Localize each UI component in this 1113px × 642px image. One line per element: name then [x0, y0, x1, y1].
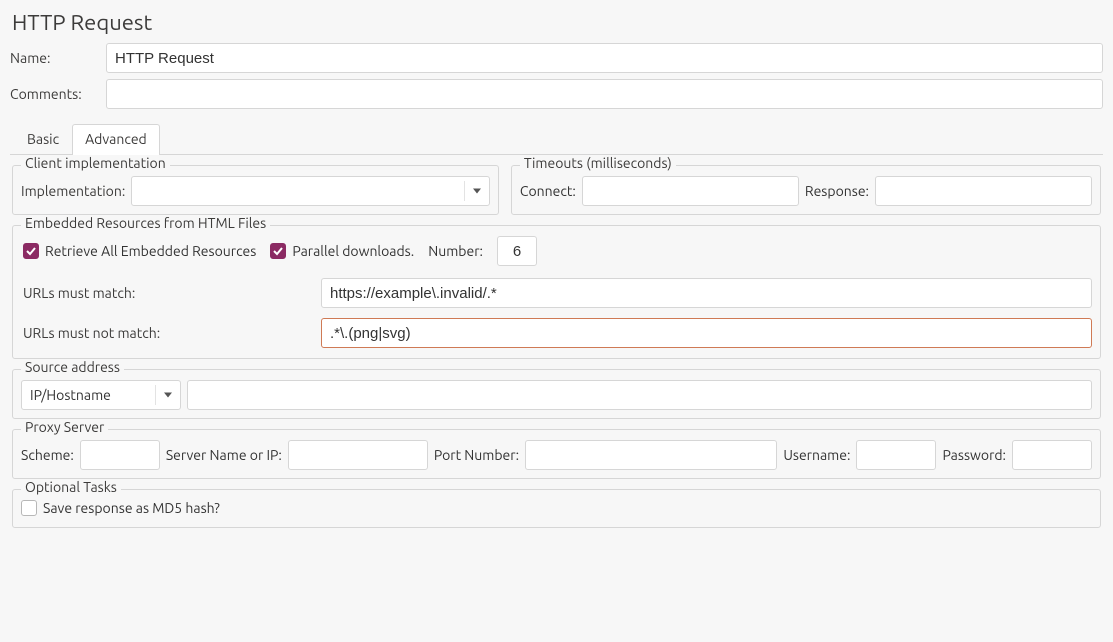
connect-label: Connect: [520, 183, 576, 199]
urls-match-input[interactable] [321, 278, 1092, 308]
username-label: Username: [783, 447, 850, 463]
port-label: Port Number: [434, 447, 519, 463]
urls-match-label: URLs must match: [21, 285, 321, 301]
comments-label: Comments: [10, 86, 106, 102]
scheme-input[interactable] [80, 440, 160, 470]
tab-bar: Basic Advanced [10, 123, 1103, 155]
optional-tasks-legend: Optional Tasks [21, 479, 121, 495]
source-type-dropdown[interactable]: IP/Hostname [21, 380, 181, 410]
md5-label: Save response as MD5 hash? [43, 500, 220, 516]
parallel-downloads-checkbox[interactable]: Parallel downloads. [270, 243, 414, 259]
source-type-value: IP/Hostname [30, 387, 111, 403]
source-address-group: Source address IP/Hostname [12, 369, 1101, 419]
chevron-down-icon [164, 393, 172, 398]
timeouts-group: Timeouts (milliseconds) Connect: Respons… [511, 165, 1101, 215]
source-address-legend: Source address [21, 359, 124, 375]
server-name-input[interactable] [288, 440, 428, 470]
md5-checkbox[interactable]: Save response as MD5 hash? [21, 500, 220, 516]
name-input[interactable] [106, 43, 1103, 73]
tab-advanced[interactable]: Advanced [72, 124, 160, 155]
proxy-server-legend: Proxy Server [21, 419, 108, 435]
retrieve-all-label: Retrieve All Embedded Resources [45, 243, 256, 259]
parallel-downloads-label: Parallel downloads. [292, 243, 414, 259]
server-name-label: Server Name or IP: [166, 447, 282, 463]
scheme-label: Scheme: [21, 447, 74, 463]
page-title: HTTP Request [12, 10, 1103, 35]
check-icon [26, 246, 36, 256]
implementation-dropdown[interactable] [131, 176, 490, 206]
source-address-input[interactable] [187, 380, 1092, 410]
urls-notmatch-input[interactable] [321, 318, 1092, 348]
timeouts-legend: Timeouts (milliseconds) [520, 155, 676, 171]
password-label: Password: [942, 447, 1006, 463]
urls-notmatch-label: URLs must not match: [21, 325, 321, 341]
number-input[interactable] [497, 236, 537, 266]
client-implementation-legend: Client implementation [21, 155, 170, 171]
response-label: Response: [805, 183, 869, 199]
embedded-resources-legend: Embedded Resources from HTML Files [21, 215, 270, 231]
check-icon [273, 246, 283, 256]
client-implementation-group: Client implementation Implementation: [12, 165, 499, 215]
connect-input[interactable] [582, 176, 799, 206]
embedded-resources-group: Embedded Resources from HTML Files Retri… [12, 225, 1101, 359]
optional-tasks-group: Optional Tasks Save response as MD5 hash… [12, 489, 1101, 528]
implementation-label: Implementation: [21, 183, 125, 199]
name-label: Name: [10, 50, 106, 66]
number-label: Number: [428, 243, 483, 259]
retrieve-all-checkbox[interactable]: Retrieve All Embedded Resources [23, 243, 256, 259]
chevron-down-icon [473, 189, 481, 194]
response-input[interactable] [875, 176, 1092, 206]
password-input[interactable] [1012, 440, 1092, 470]
proxy-server-group: Proxy Server Scheme: Server Name or IP: … [12, 429, 1101, 479]
comments-input[interactable] [106, 79, 1103, 109]
tab-basic[interactable]: Basic [14, 124, 72, 155]
username-input[interactable] [856, 440, 936, 470]
port-input[interactable] [525, 440, 777, 470]
